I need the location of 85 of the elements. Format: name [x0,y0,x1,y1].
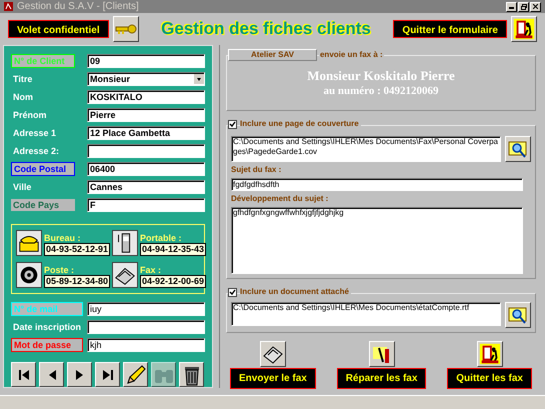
field-label: Adresse 1 [12,127,58,139]
app-icon [4,2,13,11]
close-icon [533,4,538,9]
edit-button[interactable] [123,362,148,387]
field-label: Adresse 2: [12,145,60,157]
field-label: Ville [12,181,32,193]
exit-button[interactable] [511,16,537,42]
phone-number: 04-94-12-35-43 [140,243,206,256]
text-field[interactable]: KOSKITALO [87,90,205,104]
field-label: Date inscription [12,321,82,333]
text-field[interactable]: F [87,198,205,212]
navigation-button[interactable] [11,362,36,387]
sender-name: Atelier SAV [228,49,317,61]
recipient-name: Monsieur Koskitalo Pierre [307,68,455,84]
cover-checkbox[interactable] [228,120,237,128]
navigation-button[interactable] [39,362,64,387]
exit-button[interactable] [476,341,503,367]
text-field[interactable]: 09 [87,54,205,68]
previous-record-icon [48,370,56,380]
window-title: Gestion du S.A.V - [Clients] [17,2,139,12]
quit-form-button[interactable]: Quitter le formulaire [393,20,507,38]
action-button[interactable]: Envoyer le fax [230,368,316,389]
minimize-icon [509,4,514,9]
text-field[interactable] [87,144,205,158]
repair-button[interactable] [368,341,395,367]
attachment-checkbox[interactable] [228,288,237,296]
next-record-icon [76,370,84,380]
last-record-icon [102,370,114,380]
text-field[interactable]: iuy [87,302,205,316]
text-field[interactable]: Cannes [87,180,205,194]
recipient-number: au numéro : 0492120069 [324,84,438,98]
magnifier-icon [508,139,528,159]
subject-label: Sujet du fax : [231,165,282,175]
key-button[interactable] [112,16,139,42]
dropdown-value: Monsieur [89,74,130,84]
cover-label: Inclure une page de couverture [240,119,361,129]
action-button[interactable]: Réparer les fax [336,368,426,389]
confidential-button[interactable]: Volet confidentiel [8,20,109,38]
close-button[interactable] [530,2,541,12]
magnifier-icon [508,305,528,325]
field-label: N° de mail [11,302,83,316]
browse-button[interactable] [505,302,531,328]
check-icon [229,120,236,128]
subject-field[interactable]: fgdfgdfhsdfth [231,178,523,191]
key-icon [114,23,137,35]
first-record-icon [18,370,30,380]
cover-path-field[interactable]: C:\Documents and Settings\IHLER\Mes Documents\Fax\Personal Coverpages\PagedeGarde1.cov [231,136,501,162]
browse-button[interactable] [505,136,531,162]
navigation-button[interactable] [95,362,120,387]
phone-number: 04-92-12-00-69 [140,275,206,288]
body-label: Développement du sujet : [231,194,330,204]
restore-button[interactable] [518,2,529,12]
field-label: Code Postal [11,162,75,176]
delete-button[interactable] [179,362,204,387]
navigation-button[interactable] [67,362,92,387]
field-label: Nom [12,91,34,103]
phone-label: Fax : [140,265,162,275]
phone-label: Bureau : [44,233,82,243]
phone-label: Poste : [44,265,76,275]
text-field[interactable] [87,320,205,334]
phone-label: Portable : [140,233,183,243]
form-title: Gestion des fiches clients [160,18,372,40]
field-label: Prénom [12,109,48,121]
text-field[interactable]: 06400 [87,162,205,176]
phone-number: 05-89-12-34-80 [44,275,110,288]
field-label: Mot de passe [11,338,83,352]
text-field[interactable]: kjh [87,338,205,352]
text-field[interactable]: Pierre [87,108,205,122]
text-field[interactable]: 12 Place Gambetta [87,126,205,140]
field-label: Titre [12,73,34,85]
action-button[interactable]: Quitter les fax [447,368,532,389]
attachment-label: Inclure un document attaché [240,287,351,297]
field-label: Code Pays [11,199,75,211]
field-label: N° de Client [11,54,75,68]
mobile-phone-icon [112,230,138,256]
body-field[interactable]: gfhdfgnfxgngwffwhfxjgfjfjdghjkg [231,207,523,274]
restore-icon [520,4,526,10]
check-icon [229,288,236,296]
fax-machine-button[interactable] [260,341,286,367]
pencil-icon [124,364,146,386]
title-dropdown[interactable]: Monsieur [87,72,205,86]
minimize-button[interactable] [506,2,517,12]
phone-number: 04-93-52-12-91 [44,243,110,256]
sender-caption: envoie un fax à : [318,50,384,60]
attachment-path-field[interactable]: C:\Documents and Settings\IHLER\Mes Documents\étatCompte.rtf [231,302,501,326]
